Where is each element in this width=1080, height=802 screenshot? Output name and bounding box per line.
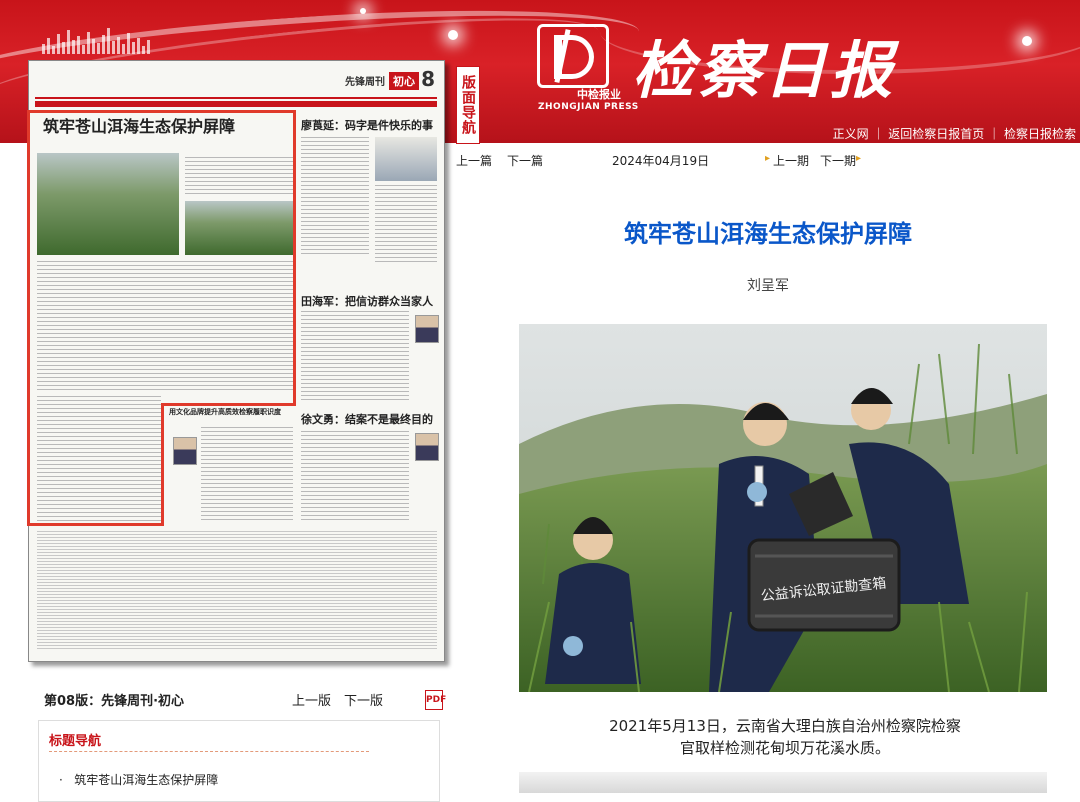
skyline-decoration [42,28,150,54]
link-home[interactable]: 返回检察日报首页 [888,127,984,141]
thumbnail-portrait [415,315,439,343]
thumbnail-text-block [201,427,293,523]
thumbnail-text-block [301,311,409,401]
thumbnail-text-block [375,185,437,265]
arrow-icon: ▸ [765,153,771,164]
article-highlight-box [161,110,296,406]
logo-press-text: ZHONGJIAN PRESS [538,102,639,112]
next-issue-link[interactable]: 下一期 [820,152,856,169]
sparkle-icon [448,30,458,40]
thumbnail-side-headline[interactable]: 用文化品牌提升高质效检察履职识度 [169,407,281,417]
link-search[interactable]: 检察日报检索 [1004,127,1076,141]
page-navigation-label: 版面导航 [456,66,480,144]
link-zhengyiwang[interactable]: 正义网 [833,127,869,141]
newspaper-title[interactable]: 检察日报 [632,20,896,110]
article-photo: 公益诉讼取证勘查箱 [519,324,1047,692]
next-article-link[interactable]: 下一篇 [507,152,543,169]
logo-small-text: 中检报业 [577,88,621,101]
thumbnail-strip [35,101,437,107]
thumbnail-text-block [37,531,437,651]
thumbnail-side-headline[interactable]: 田海军：把信访群众当家人 [301,293,433,309]
divider [49,751,369,752]
sparkle-icon [360,8,366,14]
next-page-link[interactable]: 下一版 [344,690,383,709]
title-navigation: 标题导航 · 筑牢苍山洱海生态保护屏障 [38,720,440,802]
article-title: 筑牢苍山洱海生态保护屏障 [624,220,912,248]
thumbnail-photo [375,137,437,181]
thumbnail-side-headline[interactable]: 徐文勇：结案不是最终目的 [301,411,433,427]
top-links: 正义网 ｜ 返回检察日报首页 ｜ 检察日报检索 [832,127,1076,141]
article-highlight-box [161,403,296,406]
thumbnail-column: 初心 [389,72,419,90]
prev-page-link[interactable]: 上一版 [292,690,331,709]
thumbnail-portrait [173,437,197,465]
thumbnail-text-block [301,137,369,257]
thumbnail-page-num: 8 [421,67,435,91]
title-nav-heading: 标题导航 [49,734,102,749]
page-label: 第08版：先锋周刊·初心 [44,694,185,709]
sparkle-icon [1022,36,1032,46]
article-photo [519,772,1047,793]
article-highlight-box [293,110,296,406]
article-highlight-box [161,403,164,526]
issue-date: 2024年04月19日 [612,154,710,168]
prev-article-link[interactable]: 上一篇 [456,152,492,169]
prev-issue-link[interactable]: 上一期 [773,152,809,169]
thumbnail-section: 先锋周刊 [345,77,385,88]
thumbnail-text-block [301,431,409,521]
article-highlight-box [27,110,164,526]
title-nav-item[interactable]: · 筑牢苍山洱海生态保护屏障 [59,771,218,788]
thumbnail-header: 先锋周刊 初心 8 [35,67,437,99]
pdf-icon[interactable]: PDF [425,690,446,710]
thumbnail-portrait [415,433,439,461]
article-nav: 上一篇 下一篇 2024年04月19日 ▸ 上一期 下一期 ▸ [456,152,1080,170]
page-nav: 第08版：先锋周刊·初心 上一版 下一版 [44,690,444,710]
arrow-icon: ▸ [856,153,862,164]
zhongjian-logo-icon[interactable] [537,24,609,88]
thumbnail-side-headline[interactable]: 廖莨延：码字是件快乐的事 [301,117,433,133]
article-author: 刘呈军 [747,278,789,294]
photo-caption: 2021年5月13日，云南省大理白族自治州检察院检察 官取样检测花甸坝万花溪水质… [609,717,961,757]
